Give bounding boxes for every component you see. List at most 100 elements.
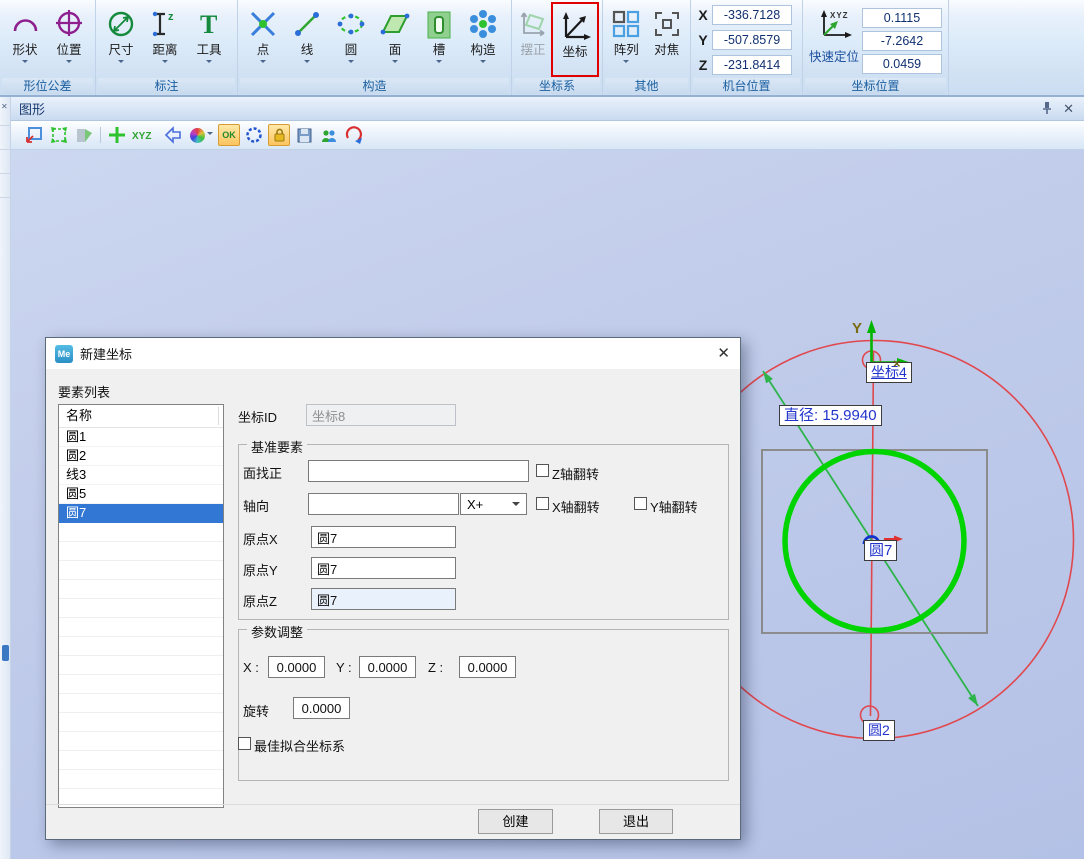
panel-close-icon[interactable]: ✕ (1063, 102, 1074, 115)
point-button[interactable]: 点 (241, 3, 285, 77)
circle-label: 圆 (345, 43, 358, 57)
feature-label-circle2[interactable]: 圆2 (863, 720, 895, 741)
collapsed-panel-strip[interactable]: ✕ (0, 97, 11, 859)
dropdown-arrow-icon (260, 60, 266, 66)
position-button[interactable]: 位置 (47, 3, 91, 77)
plane-align-input[interactable] (308, 460, 529, 482)
coord-id-label: 坐标ID (238, 407, 277, 426)
position-label: 位置 (56, 43, 81, 57)
tool-button[interactable]: T 工具 (187, 3, 231, 77)
strip-close-icon[interactable]: ✕ (1, 102, 8, 111)
distance-label: 距离 (152, 43, 177, 57)
slot-icon (422, 5, 456, 43)
save-icon[interactable] (293, 124, 315, 146)
position-crosshair-icon (52, 5, 86, 43)
x-axis-marker-icon: × (893, 356, 901, 371)
list-item[interactable]: 圆2 (59, 447, 223, 466)
group-label-gdt: 形位公差 (2, 78, 93, 94)
shape-button[interactable]: 形状 (3, 3, 47, 77)
list-item[interactable]: 圆1 (59, 428, 223, 447)
plane-label: 面 (389, 43, 402, 57)
flip-z-checkbox[interactable] (536, 464, 549, 477)
coordinate-button[interactable]: 坐标 (553, 5, 597, 59)
dropdown-arrow-icon (206, 60, 212, 66)
create-button[interactable]: 创建 (478, 809, 553, 834)
align-button[interactable]: 摆正 (515, 3, 551, 77)
param-group-title: 参数调整 (247, 622, 307, 641)
circle-button[interactable]: 圆 (329, 3, 373, 77)
coord-z-value: 0.0459 (862, 54, 942, 74)
machine-x-label: X (694, 7, 712, 23)
graphics-panel-header: 图形 ✕ (11, 97, 1084, 121)
line-icon (290, 5, 324, 43)
diameter-label[interactable]: 直径: 15.9940 (779, 405, 882, 426)
plane-align-label: 面找正 (243, 463, 282, 482)
dimension-label: 尺寸 (108, 43, 133, 57)
zoom-extents-icon[interactable] (48, 124, 70, 146)
plane-button[interactable]: 面 (373, 3, 417, 77)
strip-tab-marker[interactable] (2, 645, 9, 661)
redo-icon[interactable] (343, 124, 365, 146)
best-fit-checkbox[interactable] (238, 737, 251, 750)
group-label-csys: 坐标系 (514, 78, 600, 94)
flip-x-checkbox[interactable] (536, 497, 549, 510)
axis-direction-value: X+ (467, 497, 483, 512)
list-header: 名称 (59, 405, 223, 428)
quick-locate-button[interactable]: XYZ 快速定位 (806, 3, 862, 77)
chevron-down-icon (512, 502, 520, 510)
ok-toggle-icon[interactable]: OK (218, 124, 240, 146)
dropdown-arrow-icon (436, 60, 442, 66)
param-y-input[interactable] (359, 656, 416, 678)
ok-label: OK (222, 130, 236, 140)
param-x-input[interactable] (268, 656, 325, 678)
param-y-label: Y : (336, 660, 352, 675)
distance-button[interactable]: z 距离 (143, 3, 187, 77)
align-label: 摆正 (520, 43, 545, 57)
dialog-titlebar[interactable]: Me 新建坐标 ✕ (46, 338, 740, 369)
circle-gear-icon[interactable] (243, 124, 265, 146)
line-button[interactable]: 线 (285, 3, 329, 77)
feature-label-circle7[interactable]: 圆7 (864, 540, 897, 561)
dialog-close-icon[interactable]: ✕ (717, 344, 730, 362)
flip-view-icon[interactable] (73, 124, 95, 146)
list-item[interactable]: 线3 (59, 466, 223, 485)
origin-y-input[interactable] (311, 557, 456, 579)
users-icon[interactable] (318, 124, 340, 146)
flip-y-checkbox[interactable] (634, 497, 647, 510)
fit-view-icon[interactable] (23, 124, 45, 146)
dimension-button[interactable]: 尺寸 (99, 3, 143, 77)
back-arrow-icon[interactable] (162, 124, 184, 146)
param-z-input[interactable] (459, 656, 516, 678)
feature-label-coord4[interactable]: 坐标4 (866, 362, 912, 383)
axis-direction-select[interactable]: X+ (460, 493, 527, 515)
construct-icon (466, 5, 500, 43)
array-button[interactable]: 阵列 (606, 3, 647, 77)
lock-toggle-icon[interactable] (268, 124, 290, 146)
origin-x-input[interactable] (311, 526, 456, 548)
machine-z-row: Z -231.8414 (694, 53, 799, 76)
distance-icon: z (148, 5, 182, 43)
list-item-selected[interactable]: 圆7 (59, 504, 223, 523)
xyz-icon[interactable]: XYZ (131, 124, 159, 146)
align-icon (516, 5, 550, 43)
construct-button[interactable]: 构造 (461, 3, 505, 77)
construct-label: 构造 (470, 43, 495, 57)
machine-z-label: Z (694, 57, 712, 73)
add-icon[interactable] (106, 124, 128, 146)
exit-button[interactable]: 退出 (599, 809, 673, 834)
dropdown-arrow-icon (480, 60, 486, 66)
best-fit-label: 最佳拟合坐标系 (254, 736, 345, 755)
list-item[interactable]: 圆5 (59, 485, 223, 504)
pin-icon[interactable] (1041, 101, 1053, 117)
slot-button[interactable]: 槽 (417, 3, 461, 77)
origin-z-input[interactable] (311, 588, 456, 610)
focus-button[interactable]: 对焦 (647, 3, 688, 77)
rotation-input[interactable] (293, 697, 350, 719)
color-wheel-icon[interactable] (187, 124, 215, 146)
focus-icon (650, 5, 684, 43)
element-list[interactable]: 名称 圆1 圆2 线3 圆5 圆7 (58, 404, 224, 808)
axis-input[interactable] (308, 493, 459, 515)
dropdown-arrow-icon (22, 60, 28, 66)
origin-x-label: 原点X (243, 529, 278, 548)
plane-icon (378, 5, 412, 43)
